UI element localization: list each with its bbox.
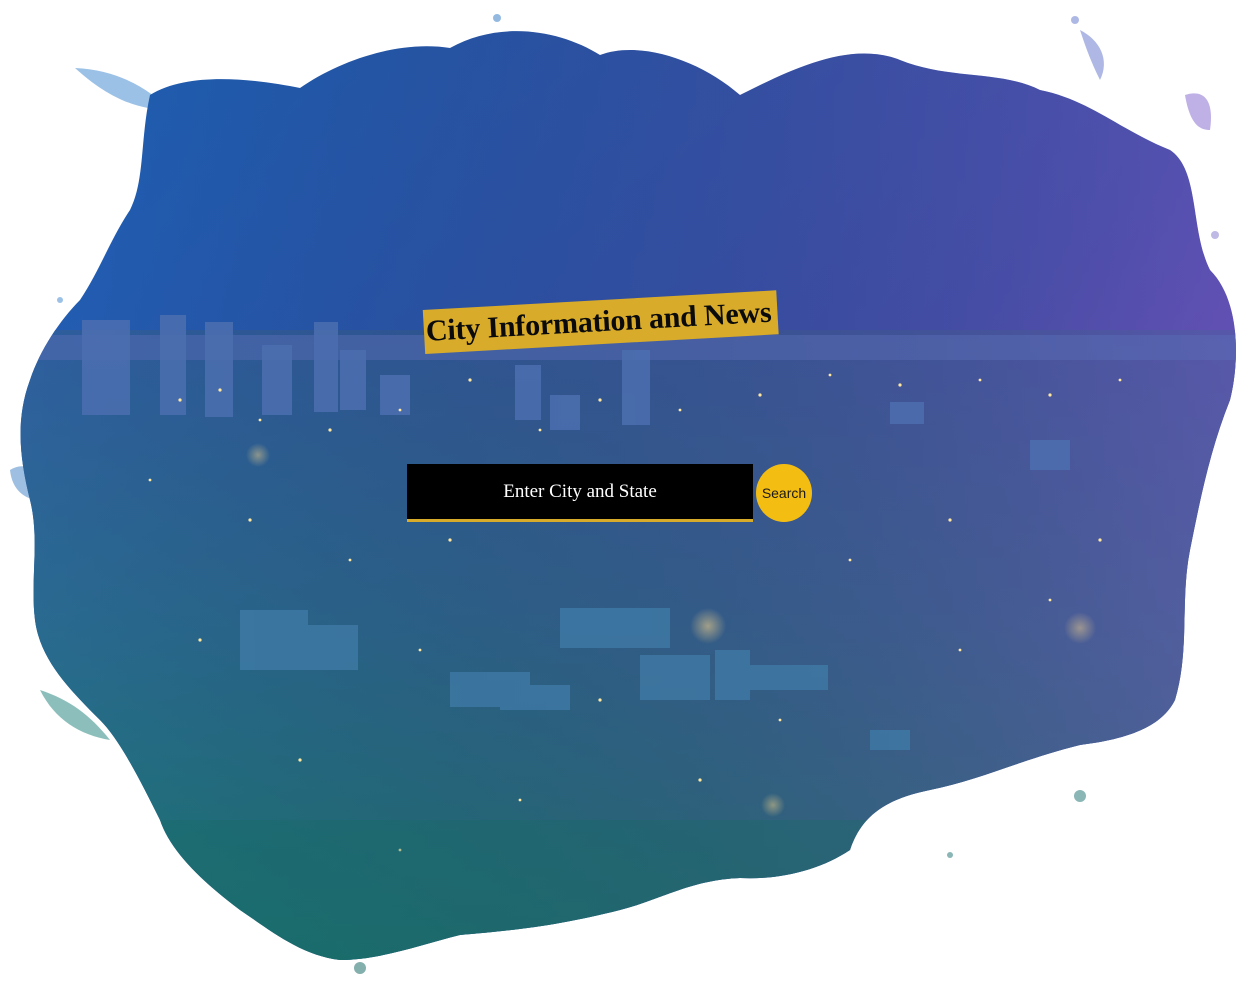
hero-background: City Information and News Search [0, 0, 1251, 981]
city-search-input[interactable] [407, 464, 753, 522]
search-button[interactable]: Search [756, 464, 812, 522]
